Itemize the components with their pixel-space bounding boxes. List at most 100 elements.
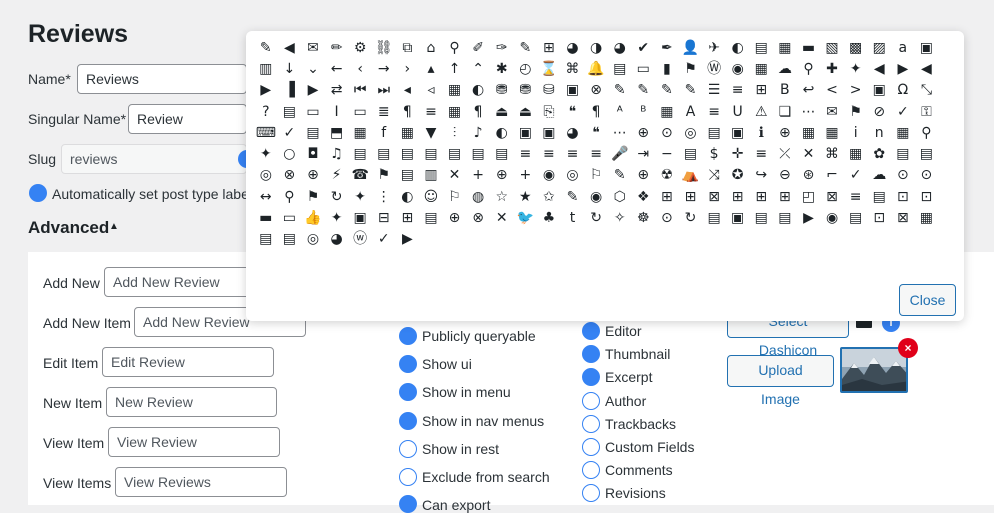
dashicon-icon[interactable]: ▤ [702,122,726,143]
dashicon-icon[interactable]: ▥ [254,58,278,79]
dashicon-icon[interactable]: ✉ [820,101,844,122]
dashicon-icon[interactable]: f [372,122,396,143]
dashicon-icon[interactable]: ᴮ [632,101,656,122]
dashicon-icon[interactable]: ⋮ [372,186,396,207]
option-can-export-radio[interactable] [399,495,417,513]
dashicon-icon[interactable]: ☰ [702,80,726,101]
dashicon-icon[interactable]: ✎ [655,80,679,101]
dashicon-icon[interactable]: ▮ [655,58,679,79]
dashicon-icon[interactable]: ⊞ [537,37,561,58]
dashicon-icon[interactable]: ◎ [254,165,278,186]
dashicon-icon[interactable]: I [325,101,349,122]
dashicon-icon[interactable]: ▤ [278,101,302,122]
dashicon-icon[interactable]: ◍ [466,186,490,207]
dashicon-icon[interactable]: ▶ [254,80,278,101]
dashicon-icon[interactable]: ▤ [396,143,420,164]
dashicon-icon[interactable]: ▤ [254,229,278,250]
dashicon-icon[interactable]: ☆ [490,186,514,207]
dashicon-icon[interactable]: ◕ [325,229,349,250]
dashicon-icon[interactable]: ▤ [867,186,891,207]
dashicon-icon[interactable]: ▦ [797,122,821,143]
dashicon-icon[interactable]: ◎ [301,229,325,250]
dashicon-icon[interactable]: ▨ [867,37,891,58]
supports-thumbnail-radio[interactable] [582,345,600,363]
dashicon-icon[interactable]: → [372,58,396,79]
dashicon-icon[interactable]: ≡ [844,186,868,207]
dashicon-icon[interactable]: ⎘ [537,101,561,122]
dashicon-icon[interactable]: ↑ [443,58,467,79]
dashicon-icon[interactable]: n [867,122,891,143]
new-item-field[interactable] [106,387,277,417]
dashicon-icon[interactable]: ✈ [702,37,726,58]
dashicon-icon[interactable]: 👤 [679,37,703,58]
supports-comments-radio[interactable] [582,461,600,479]
dashicon-icon[interactable]: ᴬ [608,101,632,122]
dashicon-icon[interactable]: ⏮ [348,80,372,101]
dashicon-icon[interactable]: ⋯ [797,101,821,122]
dashicon-icon[interactable]: ▣ [726,207,750,228]
dashicon-icon[interactable]: ⊙ [891,165,915,186]
dashicon-icon[interactable]: ☁ [773,58,797,79]
dashicon-icon[interactable]: ▤ [443,143,467,164]
dashicon-icon[interactable]: ⧉ [396,37,420,58]
dashicon-icon[interactable]: ▶ [891,58,915,79]
dashicon-icon[interactable]: ❏ [773,101,797,122]
dashicon-icon[interactable]: ☸ [632,207,656,228]
dashicon-icon[interactable]: > [844,80,868,101]
dashicon-icon[interactable]: ◕ [608,37,632,58]
dashicon-icon[interactable]: a [891,37,915,58]
dashicon-icon[interactable]: ✒ [655,37,679,58]
dashicon-icon[interactable]: ⌐ [820,165,844,186]
dashicon-icon[interactable]: ▦ [820,122,844,143]
dashicon-icon[interactable]: ⌨ [254,122,278,143]
dashicon-icon[interactable]: ⊞ [655,186,679,207]
dashicon-icon[interactable]: ▦ [749,58,773,79]
dashicon-icon[interactable]: ⌘ [820,143,844,164]
dashicon-icon[interactable]: ⏭ [372,80,396,101]
dashicon-icon[interactable]: ◕ [561,122,585,143]
dashicon-icon[interactable]: ⊞ [396,207,420,228]
dashicon-icon[interactable]: ✔ [632,37,656,58]
dashicon-icon[interactable]: ◴ [514,58,538,79]
view-item-field[interactable] [108,427,280,457]
dashicon-icon[interactable]: ▭ [632,58,656,79]
dashicon-icon[interactable]: ▣ [561,80,585,101]
dashicon-icon[interactable]: ⤨ [702,165,726,186]
dashicon-icon[interactable]: › [396,58,420,79]
dashicon-icon[interactable]: U [726,101,750,122]
dashicon-icon[interactable]: ⊡ [915,186,939,207]
dashicon-icon[interactable]: ▥ [419,165,443,186]
dashicon-icon[interactable]: ▣ [726,122,750,143]
dashicon-icon[interactable]: ☎ [348,165,372,186]
dashicon-icon[interactable]: ↻ [679,207,703,228]
supports-revisions-radio[interactable] [582,484,600,502]
dashicon-icon[interactable]: ◉ [584,186,608,207]
dashicon-icon[interactable]: ▦ [891,122,915,143]
dashicon-icon[interactable]: ✑ [490,37,514,58]
dashicon-icon[interactable]: ▦ [773,37,797,58]
dashicon-icon[interactable]: ✪ [726,165,750,186]
dashicon-icon[interactable]: ◉ [537,165,561,186]
dashicon-icon[interactable]: ▭ [301,101,325,122]
dashicon-icon[interactable]: ▬ [254,207,278,228]
dashicon-icon[interactable]: B [773,80,797,101]
dashicon-icon[interactable]: ◉ [726,58,750,79]
dashicon-icon[interactable]: ✎ [679,80,703,101]
dashicon-icon[interactable]: ⚠ [749,101,773,122]
dashicon-icon[interactable]: ≣ [372,101,396,122]
dashicon-icon[interactable]: ⇄ [325,80,349,101]
dashicon-icon[interactable]: ⚲ [797,58,821,79]
dashicon-icon[interactable]: ⊗ [466,207,490,228]
dashicon-icon[interactable]: ✩ [537,186,561,207]
dashicon-icon[interactable]: ≡ [726,80,750,101]
slug-field[interactable] [61,144,247,174]
dashicon-icon[interactable]: ❖ [632,186,656,207]
dashicon-icon[interactable]: ▦ [655,101,679,122]
dashicon-icon[interactable]: ⊛ [797,165,821,186]
dashicon-icon[interactable]: ☢ [655,165,679,186]
dashicon-icon[interactable]: ▦ [443,101,467,122]
dashicon-icon[interactable]: ▧ [820,37,844,58]
dashicon-icon[interactable]: ▤ [348,143,372,164]
dashicon-icon[interactable]: t [561,207,585,228]
dashicon-icon[interactable]: ▦ [844,143,868,164]
